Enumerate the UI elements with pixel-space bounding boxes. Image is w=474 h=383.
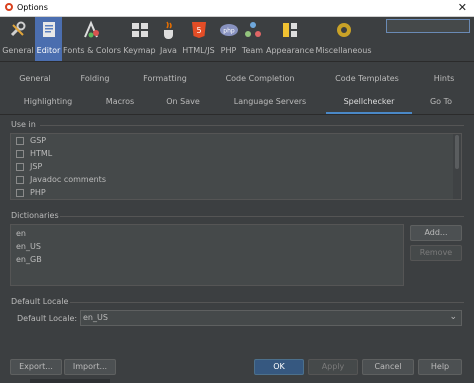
category-fonts-colors-label: Fonts & Colors — [63, 46, 121, 55]
miscellaneous-icon — [336, 23, 351, 37]
tab-folding[interactable]: Folding — [72, 69, 118, 89]
category-keymap[interactable]: Keymap — [122, 17, 157, 61]
default-locale-combobox[interactable]: en_US ⌄ — [80, 310, 462, 326]
search-input[interactable] — [386, 19, 470, 33]
default-locale-label: Default Locale: — [17, 314, 78, 323]
use-in-label: Use in — [11, 120, 36, 129]
category-fonts-colors[interactable]: Fonts & Colors — [63, 17, 121, 61]
scrollbar-thumb[interactable] — [455, 135, 459, 169]
checkbox[interactable] — [16, 150, 24, 158]
wrench-icon — [10, 21, 26, 37]
close-icon[interactable]: ✕ — [458, 1, 467, 14]
category-general[interactable]: General — [2, 17, 34, 61]
category-java-label: Java — [160, 46, 177, 55]
dictionary-item[interactable]: en — [16, 229, 26, 238]
category-php[interactable]: php PHP — [218, 17, 239, 61]
svg-text:5: 5 — [196, 26, 201, 35]
category-appearance-label: Appearance — [266, 46, 315, 55]
tab-general[interactable]: General — [10, 69, 60, 89]
appearance-icon — [283, 23, 297, 37]
category-editor-label: Editor — [36, 46, 61, 55]
dictionary-item[interactable]: en_US — [16, 242, 41, 251]
tab-spellchecker[interactable]: Spellchecker — [326, 92, 412, 114]
editor-icon — [42, 22, 55, 37]
ok-button[interactable]: OK — [254, 359, 304, 375]
category-team[interactable]: Team — [240, 17, 265, 61]
window-title: Options — [17, 3, 48, 12]
use-in-list: GSP HTML JSP Javadoc comments PHP — [10, 133, 462, 200]
category-general-label: General — [2, 46, 34, 55]
checkbox[interactable] — [16, 137, 24, 145]
tab-row-2: Highlighting Macros On Save Language Ser… — [0, 92, 474, 114]
dictionaries-label: Dictionaries — [11, 211, 59, 220]
html5-icon: 5 — [191, 22, 206, 38]
use-in-scrollbar[interactable] — [453, 134, 461, 199]
dictionary-item[interactable]: en_GB — [16, 255, 42, 264]
dictionaries-list: en en_US en_GB — [10, 224, 404, 286]
category-appearance[interactable]: Appearance — [266, 17, 314, 61]
tab-on-save[interactable]: On Save — [162, 92, 204, 112]
tab-hints[interactable]: Hints — [428, 69, 460, 89]
taskbar-strip — [30, 379, 110, 383]
tab-macros[interactable]: Macros — [100, 92, 140, 112]
java-icon — [163, 21, 173, 39]
export-button[interactable]: Export... — [10, 359, 62, 375]
checkbox[interactable] — [16, 163, 24, 171]
checkbox[interactable] — [16, 176, 24, 184]
tab-formatting[interactable]: Formatting — [138, 69, 192, 89]
use-in-item-label: GSP — [30, 136, 47, 145]
svg-text:php: php — [223, 28, 235, 35]
tab-highlighting[interactable]: Highlighting — [20, 92, 76, 112]
chevron-down-icon[interactable]: ⌄ — [449, 312, 457, 322]
checkbox[interactable] — [16, 189, 24, 197]
use-in-item-label: HTML — [30, 149, 53, 158]
category-miscellaneous-label: Miscellaneous — [315, 46, 372, 55]
category-html-js-label: HTML/JS — [182, 46, 215, 55]
category-keymap-label: Keymap — [123, 46, 156, 55]
category-editor[interactable]: Editor — [35, 17, 62, 61]
apply-button[interactable]: Apply — [308, 359, 358, 375]
keymap-icon — [131, 23, 148, 37]
use-in-divider — [40, 125, 464, 126]
team-icon — [244, 22, 261, 37]
tab-row-1: General Folding Formatting Code Completi… — [0, 69, 474, 91]
help-button[interactable]: Help — [418, 359, 462, 375]
fonts-colors-icon — [84, 20, 99, 38]
window-titlebar: Options ✕ — [0, 0, 474, 17]
tabs-separator — [0, 114, 474, 115]
category-java[interactable]: Java — [158, 17, 179, 61]
tab-code-templates[interactable]: Code Templates — [330, 69, 404, 89]
tab-code-completion[interactable]: Code Completion — [222, 69, 298, 89]
tab-language-servers[interactable]: Language Servers — [232, 92, 308, 112]
category-miscellaneous[interactable]: Miscellaneous — [315, 17, 372, 61]
default-locale-section-label: Default Locale — [11, 297, 69, 306]
dictionaries-divider — [60, 216, 464, 217]
category-team-label: Team — [241, 46, 264, 55]
remove-dictionary-button[interactable]: Remove — [410, 245, 462, 261]
import-button[interactable]: Import... — [64, 359, 116, 375]
category-html-js[interactable]: 5 HTML/JS — [180, 17, 217, 61]
cancel-button[interactable]: Cancel — [362, 359, 414, 375]
php-icon: php — [219, 24, 238, 36]
add-dictionary-button[interactable]: Add... — [410, 225, 462, 241]
default-locale-value: en_US — [83, 313, 108, 322]
category-php-label: PHP — [220, 46, 237, 55]
use-in-item-label: Javadoc comments — [30, 175, 106, 184]
default-locale-divider — [70, 302, 464, 303]
use-in-item-label: JSP — [30, 162, 43, 171]
tab-go-to[interactable]: Go To — [424, 92, 458, 112]
app-icon — [5, 3, 13, 11]
use-in-item-label: PHP — [30, 188, 46, 197]
